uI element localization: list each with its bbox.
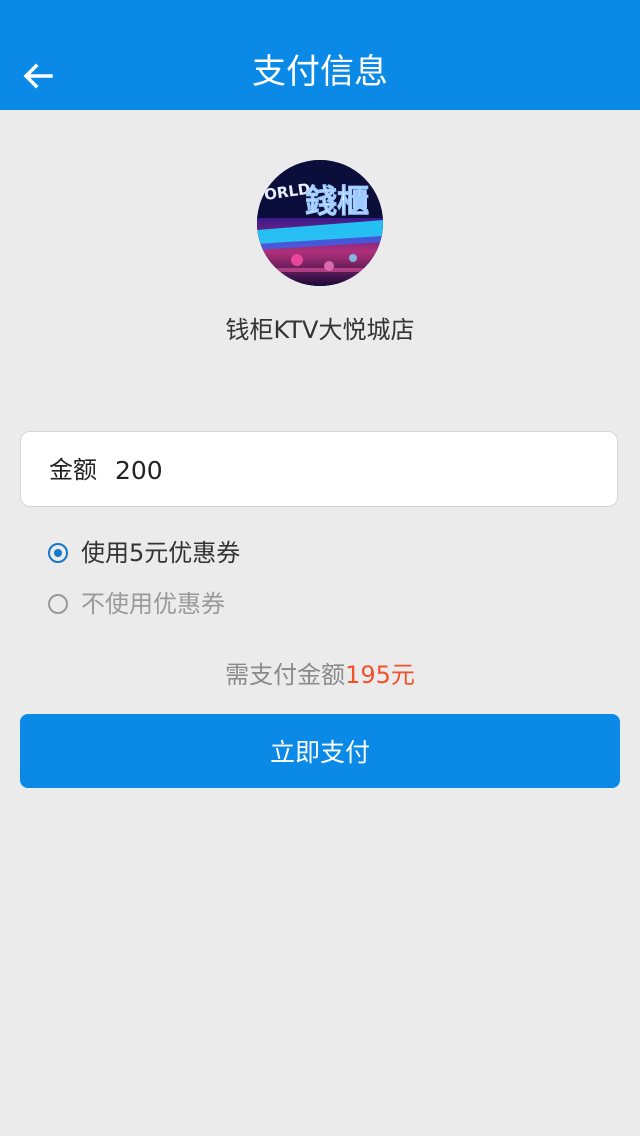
payable-amount: 195元 — [345, 661, 415, 689]
avatar-sign-text: 錢櫃 — [305, 182, 369, 220]
amount-field: 金额 — [20, 431, 618, 507]
coupon-option-none[interactable]: 不使用优惠券 — [48, 584, 225, 624]
page-title: 支付信息 — [252, 52, 388, 92]
payable-label: 需支付金额 — [225, 661, 346, 689]
coupon-option-label: 使用5元优惠券 — [81, 539, 241, 567]
radio-unchecked-icon[interactable] — [48, 594, 68, 614]
payable-summary: 需支付金额195元 — [0, 657, 640, 693]
store-name: 钱柜KTV大悦城店 — [225, 316, 415, 344]
radio-checked-icon[interactable] — [48, 543, 68, 563]
top-bar: 支付信息 — [0, 0, 640, 110]
store-avatar: ORLD 錢櫃 — [257, 160, 383, 286]
pay-now-button[interactable]: 立即支付 — [20, 714, 620, 788]
coupon-option-label: 不使用优惠券 — [81, 590, 225, 618]
coupon-option-use[interactable]: 使用5元优惠券 — [48, 533, 240, 573]
amount-label: 金额 — [49, 456, 97, 484]
amount-input[interactable] — [115, 450, 575, 490]
